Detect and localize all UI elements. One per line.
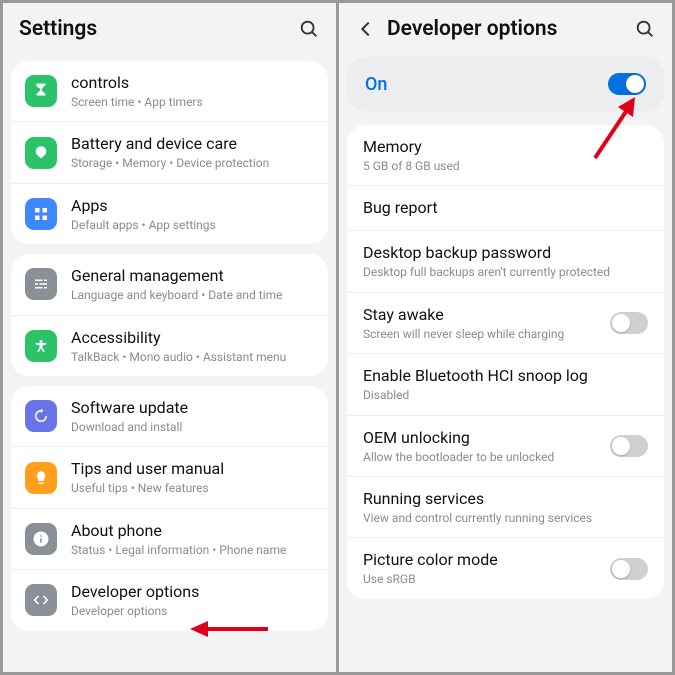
settings-row-battery-and-device-care[interactable]: Battery and device care Storage • Memory … [11, 121, 328, 182]
settings-list: controls Screen time • App timers Battery … [3, 51, 336, 672]
sliders-icon [25, 268, 57, 300]
row-title: Enable Bluetooth HCI snoop log [363, 366, 648, 386]
row-title: Picture color mode [363, 550, 610, 570]
option-row-memory[interactable]: Memory 5 GB of 8 GB used [347, 125, 664, 185]
option-row-oem-unlocking[interactable]: OEM unlocking Allow the bootloader to be … [347, 415, 664, 476]
header: Settings [3, 3, 336, 51]
row-subtitle: Disabled [363, 388, 648, 402]
apps-icon [25, 198, 57, 230]
row-subtitle: Download and install [71, 420, 314, 434]
settings-row-developer-options[interactable]: Developer options Developer options [11, 569, 328, 630]
row-title: Software update [71, 398, 314, 418]
settings-screen: Settings controls Screen time • App timer… [3, 3, 336, 672]
row-subtitle: Use sRGB [363, 572, 610, 586]
row-title: controls [71, 73, 314, 93]
row-title: Tips and user manual [71, 459, 314, 479]
settings-row-apps[interactable]: Apps Default apps • App settings [11, 183, 328, 244]
row-subtitle: Desktop full backups aren't currently pr… [363, 265, 648, 279]
master-toggle-label: On [365, 74, 387, 95]
settings-row-accessibility[interactable]: Accessibility TalkBack • Mono audio • Ass… [11, 315, 328, 376]
care-icon [25, 137, 57, 169]
search-icon[interactable] [298, 18, 320, 40]
option-row-picture-color-mode[interactable]: Picture color mode Use sRGB [347, 537, 664, 598]
option-row-enable-bluetooth-hci-snoop-log[interactable]: Enable Bluetooth HCI snoop log Disabled [347, 353, 664, 414]
option-row-stay-awake[interactable]: Stay awake Screen will never sleep while … [347, 292, 664, 353]
developer-options-screen: Developer options On Memory 5 GB of 8 GB … [339, 3, 672, 672]
row-subtitle: Screen will never sleep while charging [363, 327, 610, 341]
settings-row-general-management[interactable]: General management Language and keyboard … [11, 254, 328, 314]
row-title: OEM unlocking [363, 428, 610, 448]
row-subtitle: View and control currently running servi… [363, 511, 648, 525]
row-title: Memory [363, 137, 648, 157]
option-row-running-services[interactable]: Running services View and control current… [347, 476, 664, 537]
row-subtitle: Allow the bootloader to be unlocked [363, 450, 610, 464]
row-title: Apps [71, 196, 314, 216]
row-subtitle: 5 GB of 8 GB used [363, 159, 648, 173]
toggle[interactable] [610, 558, 648, 580]
row-subtitle: Default apps • App settings [71, 218, 314, 232]
row-title: Battery and device care [71, 134, 314, 154]
row-subtitle: Useful tips • New features [71, 481, 314, 495]
page-title: Developer options [387, 17, 634, 41]
master-toggle-row[interactable]: On [347, 57, 664, 111]
row-subtitle: Language and keyboard • Date and time [71, 288, 314, 302]
header: Developer options [339, 3, 672, 51]
search-icon[interactable] [634, 18, 656, 40]
toggle[interactable] [610, 312, 648, 334]
settings-row-about-phone[interactable]: About phone Status • Legal information • … [11, 508, 328, 569]
options-list: Memory 5 GB of 8 GB used Bug report Desktop… [339, 111, 672, 672]
settings-row-tips-and-user-manual[interactable]: Tips and user manual Useful tips • New fe… [11, 446, 328, 507]
row-title: General management [71, 266, 314, 286]
row-subtitle: Storage • Memory • Device protection [71, 156, 314, 170]
option-row-desktop-backup-password[interactable]: Desktop backup password Desktop full back… [347, 230, 664, 291]
row-title: Stay awake [363, 305, 610, 325]
back-icon[interactable] [355, 18, 377, 40]
row-subtitle: Developer options [71, 604, 314, 618]
row-subtitle: Screen time • App timers [71, 95, 314, 109]
row-title: Desktop backup password [363, 243, 648, 263]
code-icon [25, 584, 57, 616]
settings-row-software-update[interactable]: Software update Download and install [11, 386, 328, 446]
accessibility-icon [25, 330, 57, 362]
row-title: Accessibility [71, 328, 314, 348]
update-icon [25, 400, 57, 432]
master-toggle[interactable] [608, 73, 646, 95]
row-subtitle: Status • Legal information • Phone name [71, 543, 314, 557]
row-title: Developer options [71, 582, 314, 602]
hourglass-icon [25, 75, 57, 107]
bulb-icon [25, 462, 57, 494]
page-title: Settings [19, 17, 298, 41]
toggle[interactable] [610, 435, 648, 457]
row-subtitle: TalkBack • Mono audio • Assistant menu [71, 350, 314, 364]
row-title: Bug report [363, 198, 648, 218]
settings-row-controls[interactable]: controls Screen time • App timers [11, 61, 328, 121]
row-title: About phone [71, 521, 314, 541]
info-icon [25, 523, 57, 555]
row-title: Running services [363, 489, 648, 509]
option-row-bug-report[interactable]: Bug report [347, 185, 664, 230]
